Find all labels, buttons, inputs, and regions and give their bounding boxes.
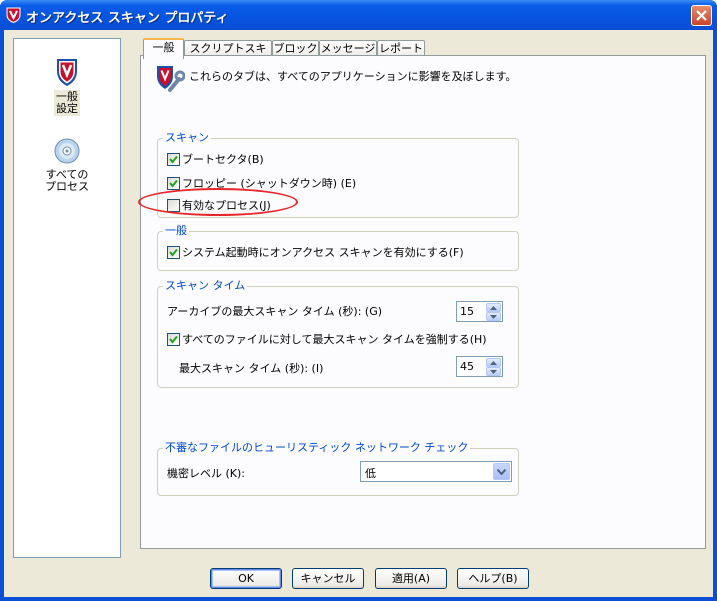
max-time-value: 45 [460, 360, 474, 373]
startup-scan-label: システム起動時にオンアクセス スキャンを有効にする(F) [182, 246, 464, 259]
chevron-down-icon [497, 469, 506, 475]
sidebar-item-label: すべての プロセス [45, 168, 89, 193]
window-title: オンアクセス スキャン プロパティ [26, 11, 229, 26]
general-group-title: 一般 [163, 224, 189, 238]
sensitivity-value: 低 [365, 467, 376, 480]
highlight-annotation-ring [138, 188, 298, 216]
title-bar[interactable]: オンアクセス スキャン プロパティ [0, 0, 717, 30]
enforce-max-time-label: すべてのファイルに対して最大スキャン タイムを強制する(H) [182, 333, 487, 346]
close-button[interactable] [691, 5, 712, 26]
archive-time-stepper[interactable]: 15 [456, 301, 503, 322]
ok-button[interactable]: OK [210, 568, 282, 589]
stepper-down-button[interactable] [486, 312, 501, 321]
checkbox-box[interactable] [167, 246, 180, 259]
cancel-button[interactable]: キャンセル [292, 568, 364, 589]
sensitivity-label: 機密レベル (K): [167, 467, 245, 480]
stepper-down-button[interactable] [486, 367, 501, 376]
archive-time-value: 15 [460, 305, 474, 318]
sidebar-item-general[interactable]: 一般 設定 [14, 57, 120, 116]
archive-time-label: アーカイブの最大スキャン タイム (秒): (G) [167, 305, 383, 318]
sidebar: 一般 設定 すべての プロセス [13, 38, 121, 558]
sidebar-item-label: 一般 設定 [54, 90, 80, 116]
checkbox-box[interactable] [167, 333, 180, 346]
header-description: これらのタブは、すべてのアプリケーションに影響を及ぼします。 [189, 70, 517, 83]
shield-wrench-icon [157, 66, 185, 92]
stepper-up-button[interactable] [486, 303, 501, 312]
check-icon [169, 155, 178, 164]
check-icon [169, 179, 178, 188]
mcafee-shield-icon [6, 7, 21, 23]
checkbox-box[interactable] [167, 153, 180, 166]
sensitivity-select[interactable]: 低 [360, 461, 512, 482]
stepper-up-button[interactable] [486, 358, 501, 367]
dropdown-button[interactable] [493, 463, 510, 480]
checkbox-box[interactable] [167, 177, 180, 190]
chevron-down-icon [490, 315, 497, 319]
heuristic-group: 不審なファイルのヒューリスティック ネットワーク チェック 機密レベル (K):… [157, 441, 519, 496]
max-time-stepper[interactable]: 45 [456, 356, 503, 377]
chevron-up-icon [490, 306, 497, 310]
tab-general[interactable]: 一般 [143, 38, 184, 59]
close-icon [696, 10, 707, 21]
tab-panel-general: これらのタブは、すべてのアプリケーションに影響を及ぼします。 スキャン ブートセ… [140, 55, 706, 549]
chevron-down-icon [490, 370, 497, 374]
check-icon [169, 335, 178, 344]
scan-time-group-title: スキャン タイム [163, 279, 248, 293]
scan-time-group: スキャン タイム アーカイブの最大スキャン タイム (秒): (G) 15 すべ… [157, 279, 519, 388]
chevron-up-icon [490, 361, 497, 365]
disc-icon [54, 138, 80, 164]
mcafee-shield-icon [57, 59, 77, 86]
window: オンアクセス スキャン プロパティ 一般 設定 すべての プロセス 一般 スクリ… [0, 0, 717, 601]
check-icon [169, 248, 178, 257]
boot-sector-label: ブートセクタ(B) [182, 153, 264, 166]
dialog-body: 一般設定 すべてのプロセス 一般 スクリプトスキャン ブロック メッセージ レポ… [4, 30, 713, 597]
scan-group-title: スキャン [163, 131, 211, 145]
apply-button[interactable]: 適用(A) [375, 568, 447, 589]
help-button[interactable]: ヘルプ(B) [457, 568, 529, 589]
max-time-label: 最大スキャン タイム (秒): (I) [179, 362, 324, 375]
heuristic-group-title: 不審なファイルのヒューリスティック ネットワーク チェック [163, 441, 471, 455]
general-group: 一般 システム起動時にオンアクセス スキャンを有効にする(F) [157, 224, 519, 271]
sidebar-item-all-processes[interactable]: すべての プロセス [14, 137, 120, 194]
